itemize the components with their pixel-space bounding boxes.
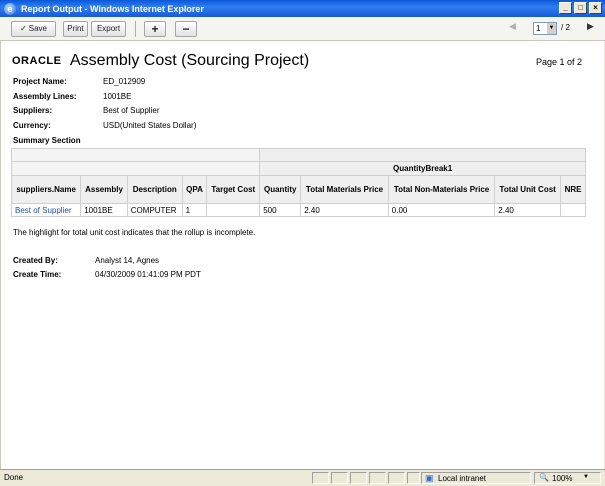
security-zone-text: Local intranet xyxy=(438,474,487,483)
assembly-lines-value: 1001BE xyxy=(103,92,132,101)
created-by-label: Created By: xyxy=(13,256,58,265)
table-row: Best of Supplier 1001BE COMPUTER 1 500 2… xyxy=(10,203,586,217)
column-header-total-materials: Total Materials Price xyxy=(300,175,389,204)
toolbar-divider xyxy=(135,21,136,37)
status-segment xyxy=(388,472,405,484)
status-segment xyxy=(312,472,329,484)
group-header-empty xyxy=(10,148,261,162)
save-button[interactable]: ✓ Save xyxy=(11,21,56,37)
summary-section-label: Summary Section xyxy=(13,136,81,145)
column-header-supplier: suppliers.Name xyxy=(10,175,82,204)
table-cell xyxy=(206,203,261,217)
page-select[interactable]: 1 ▼ xyxy=(533,22,557,35)
table-cell: 0.00 xyxy=(387,203,496,217)
chevron-down-icon[interactable]: ▼ xyxy=(583,474,589,480)
magnifier-icon: 🔍 xyxy=(539,473,549,482)
previous-page-icon[interactable]: ◀ xyxy=(509,21,516,32)
table-cell: 2.40 xyxy=(494,203,562,217)
currency-label: Currency: xyxy=(13,121,51,130)
summary-table: QuantityBreak1 suppliers.Name Assembly D… xyxy=(10,148,586,217)
created-by-value: Analyst 14, Agnes xyxy=(95,256,160,265)
zoom-in-button[interactable]: + xyxy=(144,21,166,37)
report-content: ORACLE Assembly Cost (Sourcing Project) … xyxy=(0,41,604,469)
table-cell xyxy=(560,203,586,217)
status-segment xyxy=(369,472,386,484)
status-segment xyxy=(407,472,420,484)
table-cell: COMPUTER xyxy=(126,203,183,217)
chevron-down-icon[interactable]: ▼ xyxy=(547,23,556,34)
report-toolbar: ✓ Save Print Export + − ◀ 1 ▼ / 2 ▶ xyxy=(0,17,605,41)
group-header xyxy=(259,148,586,162)
export-button[interactable]: Export xyxy=(91,21,126,37)
report-title: Assembly Cost (Sourcing Project) xyxy=(70,52,310,69)
suppliers-label: Suppliers: xyxy=(13,106,53,115)
column-header-assembly: Assembly xyxy=(80,175,128,204)
project-name-label: Project Name: xyxy=(13,77,67,86)
intranet-icon: ▣ xyxy=(425,473,434,483)
internet-explorer-icon: e xyxy=(4,2,16,15)
table-cell: 1 xyxy=(181,203,208,217)
column-header-quantity: Quantity xyxy=(259,175,302,204)
zoom-level: 100% xyxy=(552,474,573,483)
quantity-break-header: QuantityBreak1 xyxy=(259,161,586,176)
status-segment xyxy=(350,472,367,484)
column-header-total-unit-cost: Total Unit Cost xyxy=(494,175,562,204)
create-time-label: Create Time: xyxy=(13,270,62,279)
oracle-logo: ORACLE xyxy=(12,55,62,67)
table-cell: 1001BE xyxy=(80,203,128,217)
group-header-spacer xyxy=(10,161,261,176)
table-cell: 500 xyxy=(259,203,302,217)
status-segment xyxy=(331,472,348,484)
column-header-description: Description xyxy=(126,175,183,204)
minimize-button[interactable]: _ xyxy=(559,2,572,14)
window-controls: _ □ × xyxy=(559,2,602,14)
page-indicator: Page 1 of 2 xyxy=(536,57,583,67)
zoom-control[interactable]: 🔍 100% ▼ xyxy=(534,472,601,484)
checkmark-icon: ✓ xyxy=(20,24,27,33)
currency-value: USD(United States Dollar) xyxy=(103,121,197,130)
project-name-value: ED_012909 xyxy=(103,77,146,86)
column-header-target-cost: Target Cost xyxy=(206,175,261,204)
rollup-note: The highlight for total unit cost indica… xyxy=(13,228,256,237)
column-header-total-non-materials: Total Non-Materials Price xyxy=(387,175,496,204)
window-titlebar: e Report Output - Windows Internet Explo… xyxy=(0,0,605,17)
zoom-out-button[interactable]: − xyxy=(175,21,197,37)
window-title: Report Output - Windows Internet Explore… xyxy=(21,3,204,14)
assembly-lines-label: Assembly Lines: xyxy=(13,92,77,101)
supplier-link[interactable]: Best of Supplier xyxy=(15,206,71,215)
table-cell: 2.40 xyxy=(300,203,389,217)
page-total: / 2 xyxy=(561,23,570,32)
security-zone[interactable]: ▣ Local intranet xyxy=(421,472,531,484)
column-header-nre: NRE xyxy=(560,175,586,204)
status-text: Done xyxy=(4,473,24,482)
create-time-value: 04/30/2009 01:41:09 PM PDT xyxy=(95,270,201,279)
close-button[interactable]: × xyxy=(589,2,602,14)
supplier-link-cell[interactable]: Best of Supplier xyxy=(10,203,82,217)
column-header-qpa: QPA xyxy=(181,175,208,204)
maximize-button[interactable]: □ xyxy=(574,2,587,14)
status-bar: Done ▣ Local intranet 🔍 100% ▼ xyxy=(0,469,605,486)
next-page-icon[interactable]: ▶ xyxy=(587,21,594,32)
suppliers-value: Best of Supplier xyxy=(103,106,160,115)
print-button[interactable]: Print xyxy=(63,21,88,37)
